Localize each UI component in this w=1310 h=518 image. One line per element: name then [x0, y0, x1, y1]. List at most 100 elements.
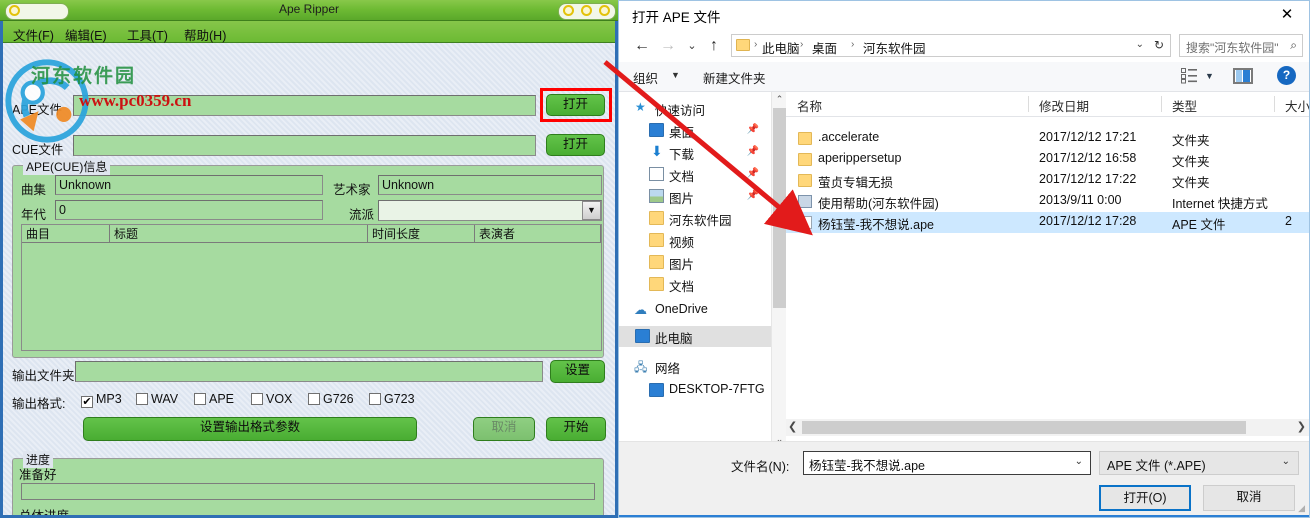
- chevron-down-icon[interactable]: ▼: [582, 201, 601, 220]
- file-name-input[interactable]: 杨钰莹-我不想说.ape ⌄: [803, 451, 1091, 475]
- file-list-row-3[interactable]: 使用帮助(河东软件园) 2013/9/11 0:00 Internet 快捷方式: [786, 191, 1309, 212]
- dialog-title-bar[interactable]: 打开 APE 文件 ✕: [619, 1, 1309, 29]
- scroll-right-icon[interactable]: ❯: [1297, 420, 1306, 433]
- ape-file-input[interactable]: [73, 95, 536, 116]
- column-header-name[interactable]: 名称: [797, 96, 822, 115]
- format-checkbox-ape[interactable]: APE: [194, 392, 234, 406]
- pin-icon[interactable]: 📌: [747, 124, 759, 135]
- pin-icon[interactable]: 📌: [747, 190, 759, 201]
- column-divider[interactable]: [1028, 96, 1029, 112]
- chevron-down-icon[interactable]: ⌄: [1282, 456, 1290, 467]
- file-list-row-2[interactable]: 萤贞专辑无损 2017/12/12 17:22 文件夹: [786, 170, 1309, 191]
- format-checkbox-wav[interactable]: WAV: [136, 392, 178, 406]
- column-divider[interactable]: [1274, 96, 1275, 112]
- chevron-down-icon[interactable]: ▼: [1205, 71, 1214, 81]
- pin-icon[interactable]: 📌: [747, 146, 759, 157]
- column-header-performer[interactable]: 表演者: [475, 225, 601, 243]
- sidebar-scroll-thumb[interactable]: [773, 108, 786, 308]
- column-header-size[interactable]: 大小: [1285, 96, 1309, 115]
- sidebar-item-videos[interactable]: 视频: [619, 230, 771, 251]
- refresh-icon[interactable]: ↻: [1154, 38, 1164, 52]
- recent-locations-icon[interactable]: ⌄: [681, 35, 703, 57]
- file-list-row-1[interactable]: aperippersetup 2017/12/12 16:58 文件夹: [786, 149, 1309, 170]
- pin-icon[interactable]: 📌: [747, 168, 759, 179]
- checkbox-icon-wav[interactable]: [136, 393, 148, 405]
- format-checkbox-mp3[interactable]: ✔ MP3: [81, 392, 122, 408]
- sidebar-item-documents[interactable]: 文档 📌: [619, 164, 771, 185]
- track-table[interactable]: 曲目 标题 时间长度 表演者: [21, 224, 602, 351]
- sidebar-item-downloads[interactable]: ⬇ 下载 📌: [619, 142, 771, 163]
- menu-item-help[interactable]: 帮助(H): [180, 24, 230, 45]
- menu-item-edit[interactable]: 编辑(E): [61, 24, 111, 45]
- column-header-duration[interactable]: 时间长度: [368, 225, 475, 243]
- open-cue-button[interactable]: 打开: [546, 134, 605, 156]
- format-checkbox-g723[interactable]: G723: [369, 392, 415, 406]
- resize-grip-icon[interactable]: ◢: [1298, 503, 1305, 514]
- file-type-select[interactable]: APE 文件 (*.APE) ⌄: [1099, 451, 1299, 475]
- search-input[interactable]: 搜索"河东软件园" ⌕: [1179, 34, 1303, 57]
- column-divider[interactable]: [1161, 96, 1162, 112]
- ape-title-bar[interactable]: Ape Ripper: [0, 0, 618, 21]
- cancel-button[interactable]: 取消: [473, 417, 535, 441]
- new-folder-button[interactable]: 新建文件夹: [703, 68, 766, 87]
- genre-select[interactable]: [378, 200, 602, 221]
- dialog-cancel-button[interactable]: 取消: [1203, 485, 1295, 511]
- dialog-open-button[interactable]: 打开(O): [1099, 485, 1191, 511]
- search-icon[interactable]: ⌕: [1290, 38, 1297, 53]
- scroll-up-icon[interactable]: ⌃: [774, 94, 785, 105]
- sidebar-item-desktop-7ftg[interactable]: DESKTOP-7FTG: [619, 380, 771, 401]
- format-checkbox-vox[interactable]: VOX: [251, 392, 292, 406]
- year-input[interactable]: 0: [55, 200, 323, 220]
- output-folder-settings-button[interactable]: 设置: [550, 360, 605, 383]
- back-icon[interactable]: ←: [631, 35, 653, 57]
- scroll-left-icon[interactable]: ❮: [788, 420, 797, 433]
- menu-item-tools[interactable]: 工具(T): [123, 24, 172, 45]
- chevron-down-icon[interactable]: ⌄: [1136, 39, 1144, 50]
- sidebar-item-network[interactable]: 🖧 网络: [619, 356, 771, 377]
- view-options-icon[interactable]: [1181, 68, 1198, 84]
- sidebar-item-quick-access[interactable]: ★ 快速访问: [619, 98, 771, 119]
- forward-icon[interactable]: →: [657, 35, 679, 57]
- start-button[interactable]: 开始: [546, 417, 606, 441]
- format-checkbox-g726[interactable]: G726: [308, 392, 354, 406]
- checkbox-icon-g723[interactable]: [369, 393, 381, 405]
- file-list-row-0[interactable]: .accelerate 2017/12/12 17:21 文件夹: [786, 128, 1309, 149]
- maximize-button[interactable]: [581, 5, 592, 16]
- breadcrumb-item-2[interactable]: 河东软件园: [863, 38, 926, 57]
- minimize-button[interactable]: [563, 5, 574, 16]
- column-header-track-no[interactable]: 曲目: [22, 225, 110, 243]
- horizontal-scroll-thumb[interactable]: [802, 421, 1246, 434]
- album-input[interactable]: Unknown: [55, 175, 323, 195]
- output-folder-input[interactable]: [75, 361, 543, 382]
- chevron-down-icon[interactable]: ⌄: [1075, 456, 1083, 467]
- column-header-date[interactable]: 修改日期: [1039, 96, 1089, 115]
- help-icon[interactable]: ?: [1277, 66, 1296, 85]
- checkbox-icon-ape[interactable]: [194, 393, 206, 405]
- file-list-row-4[interactable]: 杨钰莹-我不想说.ape 2017/12/12 17:28 APE 文件 2: [786, 212, 1309, 233]
- sidebar-scrollbar[interactable]: ⌃ ⌄: [771, 92, 786, 447]
- breadcrumb-item-1[interactable]: 桌面: [812, 38, 837, 57]
- column-header-type[interactable]: 类型: [1172, 96, 1197, 115]
- sidebar-item-documents-2[interactable]: 文档: [619, 274, 771, 295]
- cue-file-input[interactable]: [73, 135, 536, 156]
- sidebar-item-this-pc[interactable]: 此电脑: [619, 326, 771, 347]
- column-header-title[interactable]: 标题: [110, 225, 368, 243]
- checkbox-icon-vox[interactable]: [251, 393, 263, 405]
- checkbox-icon-mp3[interactable]: ✔: [81, 396, 93, 408]
- sidebar-item-hedong[interactable]: 河东软件园: [619, 208, 771, 229]
- file-list-horizontal-scrollbar[interactable]: ❮ ❯: [786, 419, 1309, 436]
- checkbox-icon-g726[interactable]: [308, 393, 320, 405]
- close-button[interactable]: [599, 5, 610, 16]
- organize-button[interactable]: 组织: [633, 68, 658, 87]
- sidebar-item-pictures-2[interactable]: 图片: [619, 252, 771, 273]
- preview-pane-icon[interactable]: [1233, 68, 1253, 84]
- sidebar-item-pictures[interactable]: 图片 📌: [619, 186, 771, 207]
- sidebar-item-desktop[interactable]: 桌面 📌: [619, 120, 771, 141]
- artist-input[interactable]: Unknown: [378, 175, 602, 195]
- chevron-down-icon[interactable]: ▼: [671, 70, 680, 80]
- close-icon[interactable]: ✕: [1265, 1, 1309, 29]
- breadcrumb[interactable]: › 此电脑 › 桌面 › 河东软件园 ⌄ ↻: [731, 34, 1171, 57]
- breadcrumb-item-0[interactable]: 此电脑: [762, 38, 800, 57]
- up-icon[interactable]: ↑: [703, 35, 725, 57]
- menu-item-file[interactable]: 文件(F): [9, 24, 58, 45]
